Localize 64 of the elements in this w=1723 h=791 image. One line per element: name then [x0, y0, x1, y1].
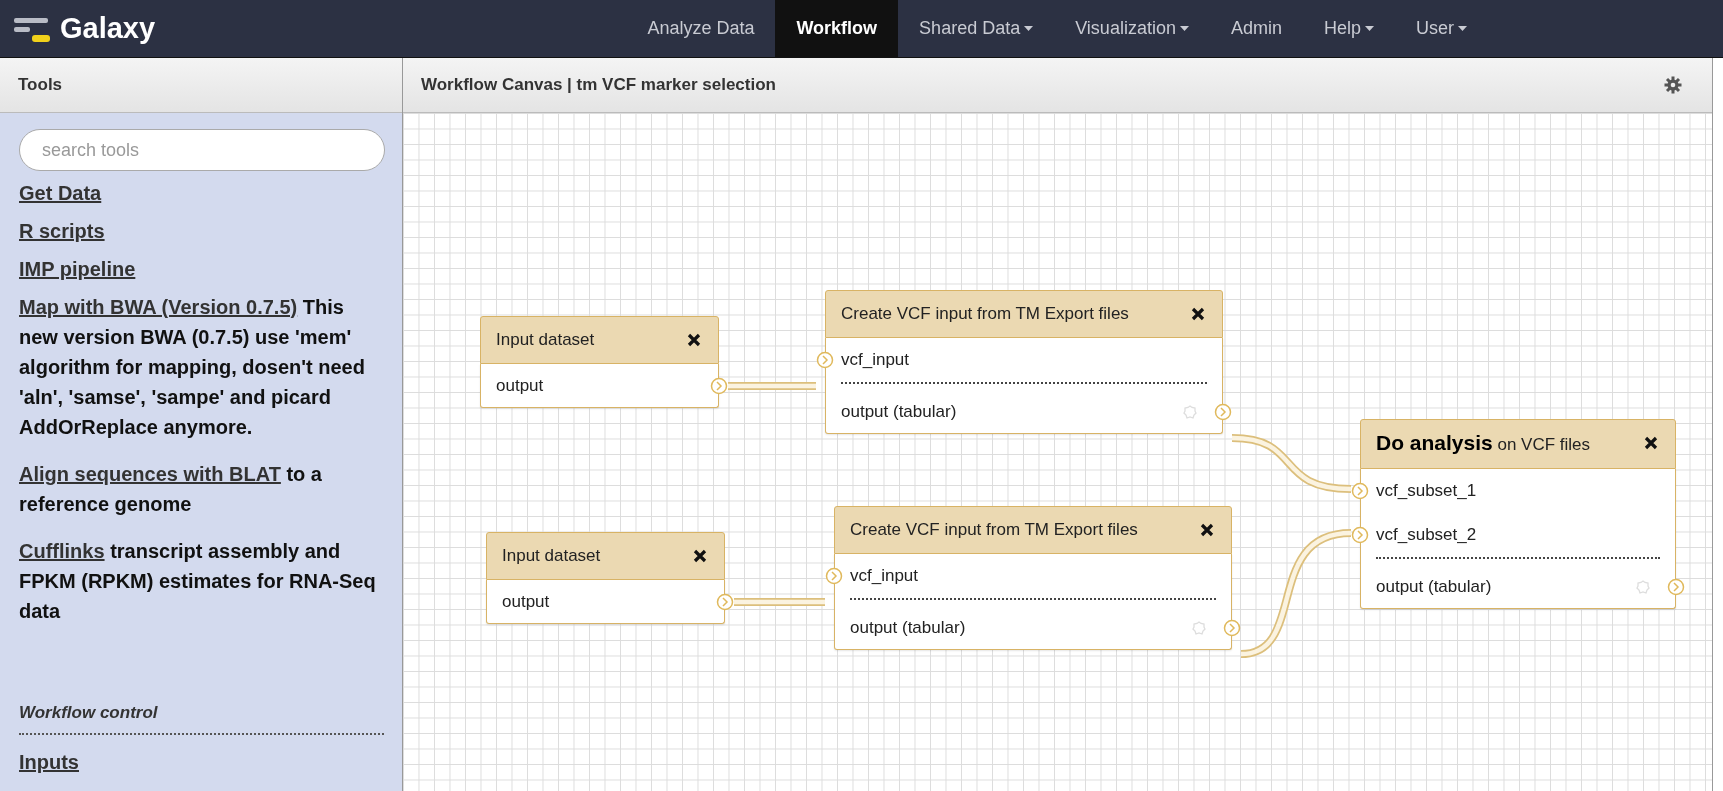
node-title: Do analysis on VCF files: [1376, 430, 1592, 456]
tool-description: Cufflinks transcript assembly and FPKM (RPKM) estimates for RNA-Seq data: [19, 536, 385, 626]
gear-icon[interactable]: [1183, 405, 1197, 419]
tool-link[interactable]: Inputs: [19, 747, 79, 777]
node-title: Input dataset: [502, 545, 602, 567]
input-label: vcf_subset_1: [1376, 481, 1477, 501]
tool-description: Map with BWA (Version 0.7.5) This new version BWA (0.7.5) use 'mem' algorithm for mapping, dosen't need 'aln', 'samse', 'sampe' and picard AddOrReplace anymore.: [19, 292, 385, 442]
tool-link[interactable]: IMP pipeline: [19, 254, 136, 284]
connector-terminal-icon[interactable]: [816, 351, 834, 369]
input-label: vcf_subset_2: [1376, 525, 1477, 545]
connector-terminal-icon[interactable]: [710, 377, 728, 395]
connector-terminal-icon[interactable]: [1667, 578, 1685, 596]
brand-title[interactable]: Galaxy: [60, 12, 156, 45]
connector-terminal-icon[interactable]: [1223, 619, 1241, 637]
tool-link[interactable]: Cufflinks: [19, 536, 105, 566]
node-header[interactable]: Create VCF input from TM Export files: [834, 506, 1232, 554]
output-label: output (tabular): [1376, 577, 1492, 597]
close-icon[interactable]: [1644, 436, 1658, 450]
close-icon[interactable]: [693, 549, 707, 563]
output-label: output (tabular): [850, 618, 966, 638]
nav-tab[interactable]: Help: [1302, 0, 1395, 57]
tool-link[interactable]: Align sequences with BLAT: [19, 459, 281, 489]
connector-terminal-icon[interactable]: [825, 567, 843, 585]
output-label: output: [502, 592, 550, 612]
canvas-title: Workflow Canvas | tm VCF marker selection: [421, 75, 776, 95]
close-icon[interactable]: [687, 333, 701, 347]
tool-link[interactable]: Get Data: [19, 178, 102, 208]
tool-link[interactable]: Map with BWA (Version 0.7.5): [19, 292, 298, 322]
node-card[interactable]: [486, 580, 725, 624]
close-icon[interactable]: [1200, 523, 1214, 537]
output-label: output: [496, 376, 544, 396]
settings-icon[interactable]: [1664, 76, 1682, 94]
input-label: vcf_input: [841, 350, 910, 370]
node-card[interactable]: [1360, 469, 1676, 609]
connector-terminal-icon[interactable]: [1351, 526, 1369, 544]
nav-tab[interactable]: Analyze Data: [626, 0, 776, 57]
node-title: Input dataset: [496, 329, 596, 351]
node-card[interactable]: [825, 338, 1223, 434]
nav-tab[interactable]: Admin: [1209, 0, 1303, 57]
section-title: Workflow control: [19, 703, 158, 723]
panel-title: Tools: [18, 75, 63, 95]
nav-tab[interactable]: Shared Data: [898, 0, 1055, 57]
nav-tab[interactable]: Visualization: [1054, 0, 1210, 57]
gear-icon[interactable]: [1636, 580, 1650, 594]
node-title: Create VCF input from TM Export files: [841, 303, 1130, 325]
node-header[interactable]: Do analysis on VCF files: [1360, 419, 1676, 469]
connector-terminal-icon[interactable]: [1214, 403, 1232, 421]
output-label: output (tabular): [841, 402, 957, 422]
connector-terminal-icon[interactable]: [716, 593, 734, 611]
node-card[interactable]: [480, 364, 719, 408]
nav-tab[interactable]: Workflow: [775, 0, 899, 57]
node-card[interactable]: [834, 554, 1232, 650]
nav-tab[interactable]: User: [1395, 0, 1488, 57]
tool-link[interactable]: R scripts: [19, 216, 105, 246]
node-header[interactable]: Input dataset: [480, 316, 719, 364]
search-field[interactable]: search tools: [19, 129, 385, 171]
gear-icon[interactable]: [1192, 621, 1206, 635]
node-header[interactable]: Input dataset: [486, 532, 725, 580]
node-header[interactable]: Create VCF input from TM Export files: [825, 290, 1223, 338]
input-label: vcf_input: [850, 566, 919, 586]
tool-description: Align sequences with BLAT to a reference genome: [19, 459, 385, 519]
node-title: Create VCF input from TM Export files: [850, 519, 1139, 541]
connector-terminal-icon[interactable]: [1351, 482, 1369, 500]
close-icon[interactable]: [1191, 307, 1205, 321]
